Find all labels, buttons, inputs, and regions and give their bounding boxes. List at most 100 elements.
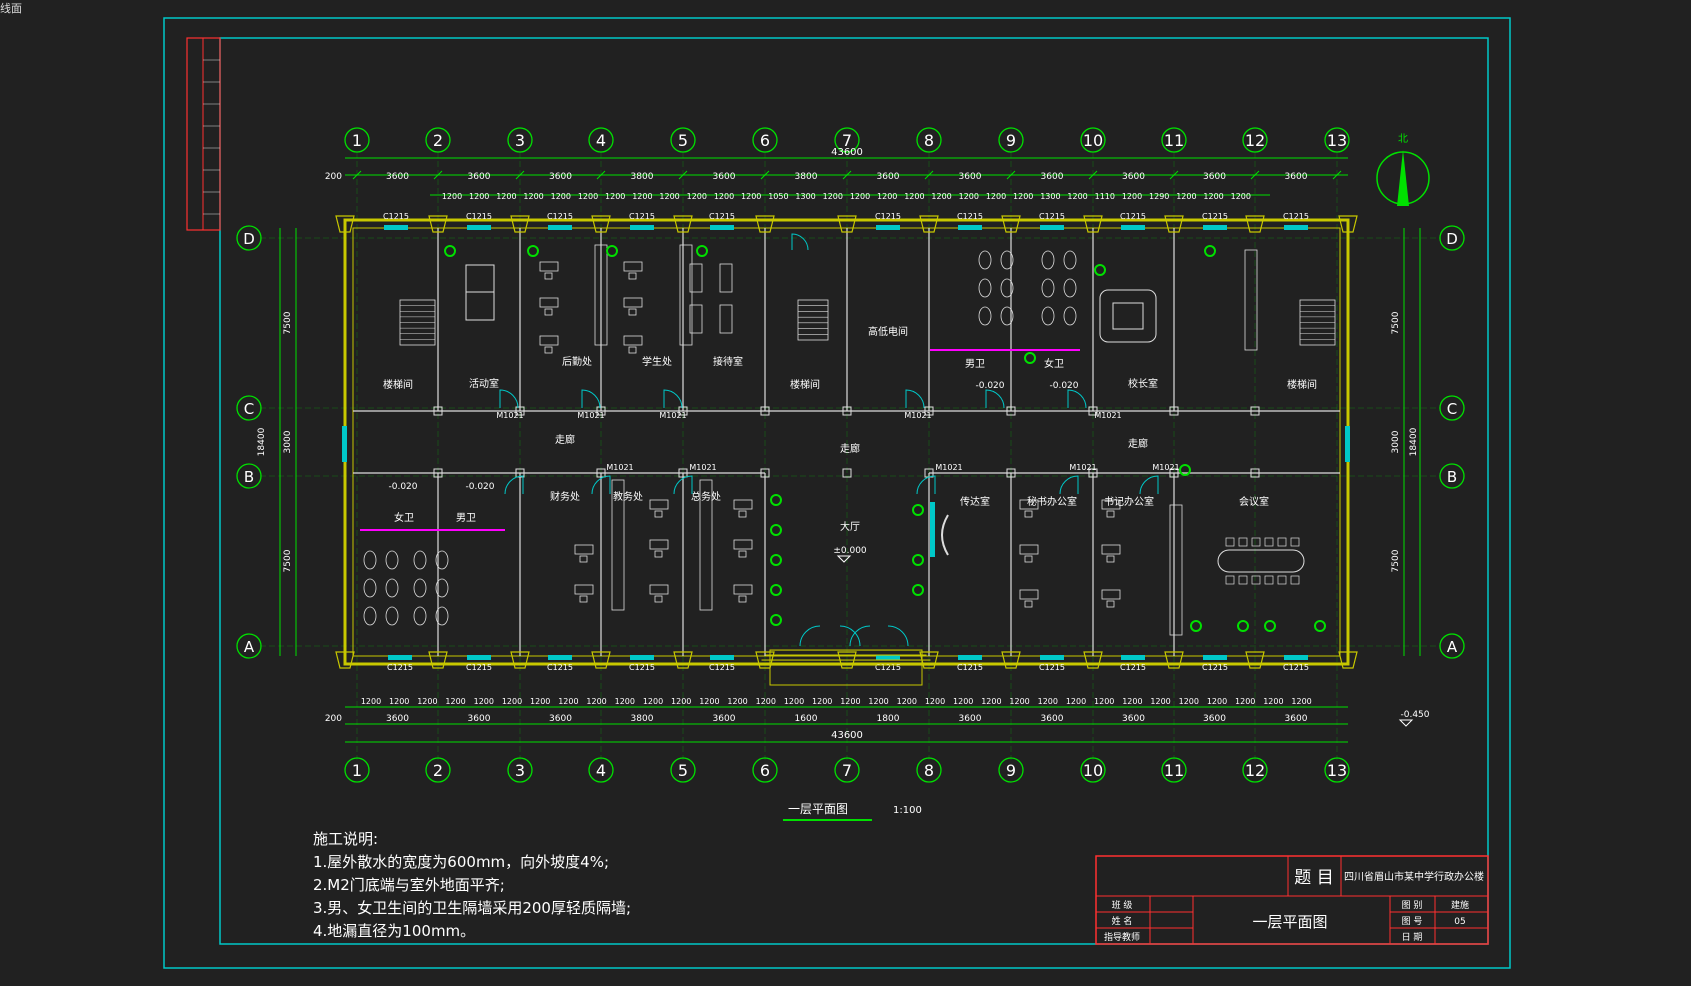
dim-window-bottom: 1200 bbox=[699, 697, 719, 706]
axis-bubble-label: A bbox=[244, 638, 255, 656]
advisor-label: 指导教师 bbox=[1104, 931, 1140, 943]
window-bottom bbox=[1121, 655, 1145, 660]
dim-window-bottom: 1200 bbox=[1291, 697, 1311, 706]
room-label: 男卫 bbox=[965, 358, 985, 370]
meeting-chair bbox=[1225, 575, 1235, 585]
axis-bubble-label: 6 bbox=[760, 131, 770, 150]
dim-axis-top: 3600 bbox=[386, 172, 409, 182]
room-label: 高低电间 bbox=[868, 325, 908, 338]
dim-window-top: 1300 bbox=[795, 192, 815, 201]
window-tag-bottom: C1215 bbox=[1283, 663, 1309, 672]
sofa-set bbox=[1099, 289, 1157, 343]
dim-window-top: 1200 bbox=[1176, 192, 1196, 201]
window-tag-top: C1215 bbox=[547, 212, 573, 221]
dim-axis-bottom: 3600 bbox=[1285, 714, 1308, 724]
dim-total-bottom: 43600 bbox=[831, 730, 863, 741]
plant-icon bbox=[770, 554, 782, 566]
window-bottom bbox=[548, 655, 572, 660]
toilet-fixture bbox=[413, 578, 427, 598]
window-tag-top: C1215 bbox=[629, 212, 655, 221]
dim-axis-top: 3600 bbox=[1285, 172, 1308, 182]
toilet-fixture bbox=[385, 550, 399, 570]
room-label: 书记办公室 bbox=[1104, 495, 1154, 508]
dim-window-bottom: 1200 bbox=[812, 697, 832, 706]
meeting-chair bbox=[1277, 575, 1287, 585]
dim-axis-bottom: 3600 bbox=[713, 714, 736, 724]
window-tag-bottom: C1215 bbox=[1202, 663, 1228, 672]
window-side-right bbox=[1345, 426, 1350, 462]
chair bbox=[654, 595, 663, 603]
window-tag-bottom: C1215 bbox=[1120, 663, 1146, 672]
plant-icon bbox=[1314, 620, 1326, 632]
entrance-door-right2 bbox=[887, 625, 909, 647]
window-tag-top: C1215 bbox=[957, 212, 983, 221]
window-side-left bbox=[342, 426, 347, 462]
window-tag-top: C1215 bbox=[1039, 212, 1065, 221]
dim-window-bottom: 1200 bbox=[389, 697, 409, 706]
desk bbox=[733, 539, 753, 550]
room-label: 大厅 bbox=[840, 520, 860, 533]
axis-bubble-label: 3 bbox=[515, 131, 525, 150]
window-tag-bottom: C1215 bbox=[709, 663, 735, 672]
dim-axis-top: 3800 bbox=[795, 172, 818, 182]
door-swing-north bbox=[499, 389, 519, 409]
dim-right-total-value: 18400 bbox=[1409, 427, 1419, 456]
chair bbox=[1106, 600, 1115, 608]
desk bbox=[649, 499, 669, 510]
dim-window-top: 1200 bbox=[986, 192, 1006, 201]
dim-window-top: 1200 bbox=[959, 192, 979, 201]
dim-axis-bottom: 3600 bbox=[468, 714, 491, 724]
window-top bbox=[876, 225, 900, 230]
class-label: 班 级 bbox=[1112, 899, 1133, 911]
dim-axis-top: 3600 bbox=[549, 172, 572, 182]
meeting-chair bbox=[1290, 537, 1300, 547]
window-top bbox=[710, 225, 734, 230]
dim-right-value: 7500 bbox=[1391, 549, 1401, 572]
dim-axis-top: 3600 bbox=[877, 172, 900, 182]
dim-total-top: 43600 bbox=[831, 147, 863, 158]
dim-right-value: 7500 bbox=[1391, 311, 1401, 334]
outer-frame bbox=[163, 17, 1511, 969]
axis-bubble-label: D bbox=[243, 230, 255, 248]
desk bbox=[539, 261, 559, 272]
door-swing-south bbox=[1059, 475, 1079, 495]
desk bbox=[1101, 589, 1121, 600]
desk bbox=[539, 297, 559, 308]
dim-window-bottom: 1200 bbox=[474, 697, 494, 706]
reception-sofa bbox=[719, 263, 733, 293]
elevation-wc: -0.020 bbox=[388, 482, 417, 492]
window-bottom bbox=[630, 655, 654, 660]
cabinet bbox=[1169, 504, 1183, 636]
dim-window-bottom: 1200 bbox=[1038, 697, 1058, 706]
window-tag-bottom: C1215 bbox=[957, 663, 983, 672]
plant-icon bbox=[770, 494, 782, 506]
room-label: 教务处 bbox=[613, 490, 643, 503]
axis-bubble-label: 11 bbox=[1164, 131, 1184, 150]
window-tag-bottom: C1215 bbox=[466, 663, 492, 672]
axis-bubble-label: 9 bbox=[1006, 131, 1016, 150]
dim-window-bottom: 1200 bbox=[502, 697, 522, 706]
dim-window-bottom: 1200 bbox=[784, 697, 804, 706]
window-top bbox=[384, 225, 408, 230]
axis-bubble-label: 11 bbox=[1164, 761, 1184, 780]
axis-bubble-label: 9 bbox=[1006, 761, 1016, 780]
note-item: 1.屋外散水的宽度为600mm，向外坡度4%; bbox=[313, 853, 610, 871]
window-top bbox=[548, 225, 572, 230]
dim-window-bottom: 1200 bbox=[1235, 697, 1255, 706]
chair bbox=[628, 346, 637, 354]
dim-window-bottom: 1200 bbox=[558, 697, 578, 706]
plant-icon bbox=[444, 245, 456, 257]
dim-start-bottom: 200 bbox=[325, 714, 342, 724]
window-top bbox=[958, 225, 982, 230]
room-label: 校长室 bbox=[1128, 377, 1158, 390]
chair bbox=[1024, 555, 1033, 563]
window-bottom bbox=[467, 655, 491, 660]
desk bbox=[623, 261, 643, 272]
toilet-fixture bbox=[413, 550, 427, 570]
meeting-chair bbox=[1290, 575, 1300, 585]
room-label: 财务处 bbox=[550, 490, 580, 503]
dim-window-bottom: 1200 bbox=[1066, 697, 1086, 706]
dim-window-top: 1110 bbox=[1095, 192, 1115, 201]
chair bbox=[738, 510, 747, 518]
dim-window-top: 1050 bbox=[768, 192, 788, 201]
